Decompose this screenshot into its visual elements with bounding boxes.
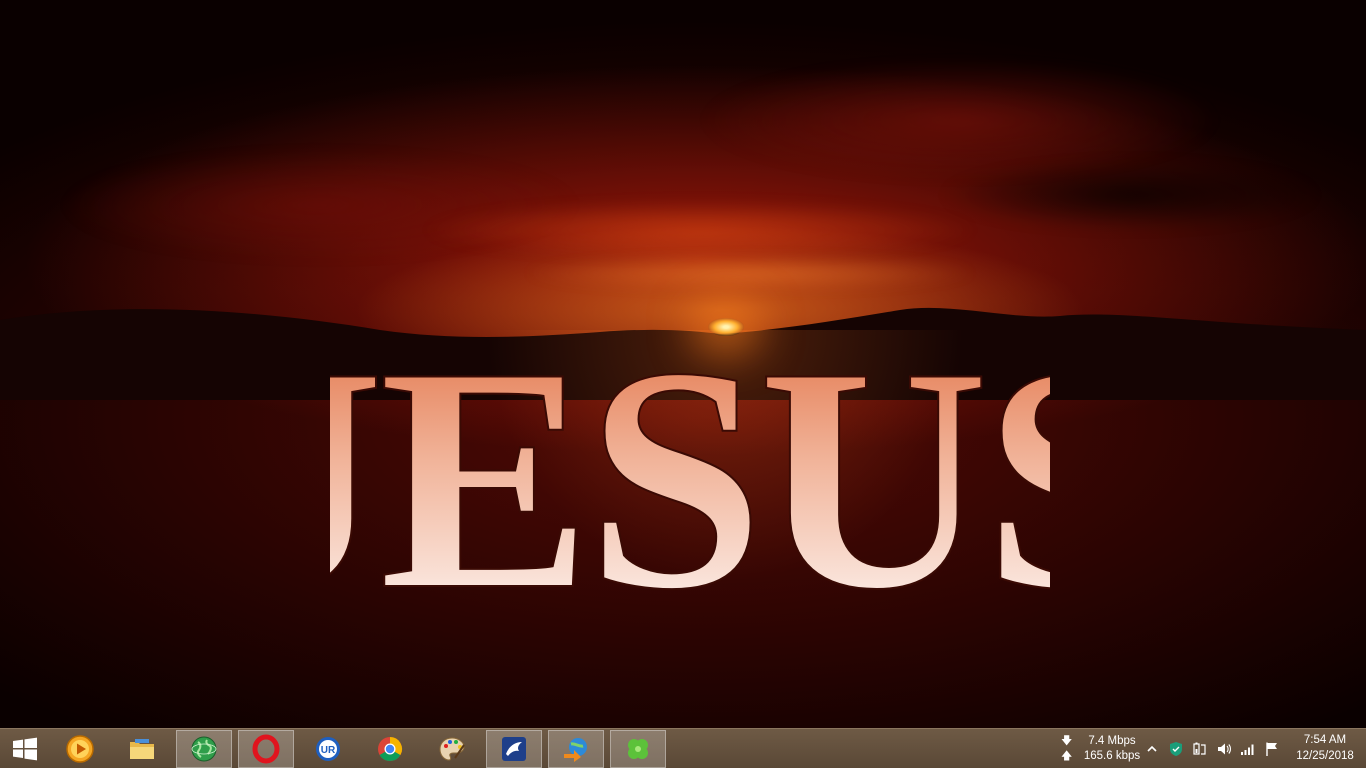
security-tray-button[interactable] <box>1168 741 1184 757</box>
taskbar-paint[interactable] <box>424 730 480 768</box>
wallpaper-title-art: JESUS <box>224 301 1162 657</box>
clock-date: 12/25/2018 <box>1296 750 1354 762</box>
battery-power-icon <box>1193 742 1206 755</box>
system-clock[interactable]: 7:54 AM 12/25/2018 <box>1284 729 1366 768</box>
cloud <box>420 200 980 260</box>
action-center-button[interactable] <box>1264 741 1280 757</box>
speaker-volume-icon <box>1218 743 1231 755</box>
upload-arrow-icon: 🡅 <box>1061 750 1073 762</box>
taskbar-file-explorer[interactable] <box>114 730 170 768</box>
upload-speed: 165.6 kbps <box>1083 750 1141 762</box>
wallpaper-title: JESUS <box>224 290 1162 670</box>
security-shield-icon <box>1170 742 1182 756</box>
volume-tray-button[interactable] <box>1216 741 1232 757</box>
file-explorer-icon <box>130 739 154 759</box>
taskbar-bird-app[interactable] <box>486 730 542 768</box>
svg-text:UR: UR <box>321 745 336 756</box>
taskbar-opera[interactable] <box>238 730 294 768</box>
clock-time: 7:54 AM <box>1303 734 1347 746</box>
internet-download-manager-icon <box>564 738 587 762</box>
taskbar-download-manager[interactable] <box>548 730 604 768</box>
taskbar-chrome[interactable] <box>362 730 418 768</box>
clover-app-icon <box>628 739 648 759</box>
start-button[interactable] <box>0 730 50 768</box>
desktop-wallpaper: JESUS <box>0 0 1366 728</box>
bird-app-icon <box>502 737 526 761</box>
paint-palette-icon <box>439 737 465 761</box>
taskbar-clover-app[interactable] <box>610 730 666 768</box>
chrome-browser-icon <box>378 737 403 762</box>
taskbar-ur-browser[interactable]: UR <box>300 730 356 768</box>
media-player-icon <box>66 735 94 763</box>
taskbar: UR 🡇 7.4 Mbps 🡅 165.6 kbps 7:54 AM 12/25… <box>0 728 1366 768</box>
globe-network-icon <box>191 736 217 762</box>
chevron-up-icon <box>1147 745 1157 752</box>
network-tray-button[interactable] <box>1240 741 1256 757</box>
windows-start-icon <box>13 737 37 761</box>
download-arrow-icon: 🡇 <box>1061 735 1073 747</box>
cloud <box>940 160 1320 230</box>
network-speed-meter[interactable]: 🡇 7.4 Mbps 🡅 165.6 kbps <box>1058 729 1148 768</box>
show-hidden-icons-button[interactable] <box>1144 741 1160 757</box>
opera-browser-icon <box>252 734 280 764</box>
download-speed: 7.4 Mbps <box>1088 735 1136 747</box>
taskbar-media-player[interactable] <box>52 730 108 768</box>
power-tray-button[interactable] <box>1192 741 1208 757</box>
cloud <box>520 255 980 291</box>
wifi-signal-icon <box>1241 744 1254 755</box>
taskbar-network-app[interactable] <box>176 730 232 768</box>
ur-browser-icon: UR <box>316 737 340 761</box>
wallpaper-title-text: JESUS <box>330 302 1050 656</box>
action-center-flag-icon <box>1266 742 1277 756</box>
